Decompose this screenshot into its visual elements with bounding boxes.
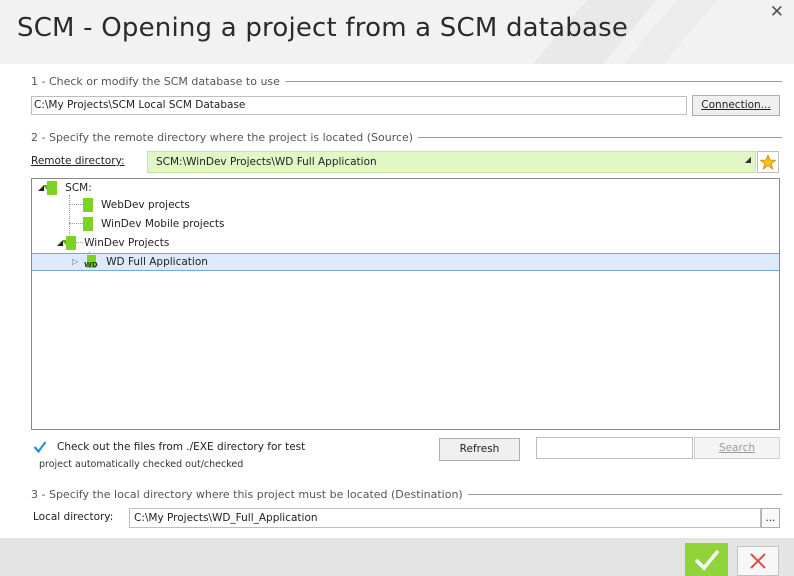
checkmark-icon [694,549,719,571]
expand-icon[interactable]: ▷ [72,257,78,266]
ok-button[interactable] [685,543,728,576]
star-icon [760,154,776,170]
local-directory-field[interactable]: C:\My Projects\WD_Full_Application [129,508,761,528]
close-icon[interactable]: ✕ [770,2,784,22]
cancel-button[interactable] [737,546,779,576]
search-button-label: Search [718,442,756,454]
scm-database-field[interactable]: C:\My Projects\SCM Local SCM Database [31,96,687,115]
browse-button-label: ... [765,512,776,524]
section-1-header: 1 - Check or modify the SCM database to … [31,74,782,88]
section-2-title: 2 - Specify the remote directory where t… [31,130,414,144]
folder-icon [62,235,77,250]
checkout-checkbox-label-text: Check out the files from ./EXE directory… [57,441,306,453]
divider [284,80,782,82]
browse-button[interactable]: ... [761,508,780,528]
tree-item-wd-full-application[interactable]: ▷ WD WD Full Application [72,252,208,271]
folder-icon [83,197,93,212]
section-1-title: 1 - Check or modify the SCM database to … [31,74,280,88]
remote-directory-value: SCM:\WinDev Projects\WD Full Application [156,156,377,168]
refresh-button[interactable]: Refresh [439,438,520,461]
remote-directory-combo[interactable]: SCM:\WinDev Projects\WD Full Application… [147,151,756,173]
close-icon [750,553,766,569]
remote-directory-tree[interactable]: ◢ SCM: WebDev projects WinDev Mobile pro… [31,178,780,430]
divider [467,493,782,495]
connection-button-label: Connection... [701,99,771,111]
folder-icon [83,216,93,231]
local-directory-label: Local directory: [33,511,114,523]
favorite-button[interactable] [757,151,779,173]
checkout-checkbox-label[interactable]: Check out the files from ./EXE directory… [57,441,305,453]
section-2-header: 2 - Specify the remote directory where t… [31,130,782,144]
tree-item-label: WinDev Projects [84,236,170,249]
refresh-button-label: Refresh [459,443,500,455]
search-input[interactable] [536,437,693,459]
tree-item-label: WebDev projects [101,198,190,211]
dropdown-icon[interactable]: ◢ [745,152,751,170]
dialog-header: SCM - Opening a project from a SCM datab… [0,0,794,64]
checkmark-icon [33,441,47,454]
tree-connector [69,204,83,205]
connection-button[interactable]: Connection... [692,95,780,116]
tree-item-label: SCM: [65,181,92,194]
section-3-header: 3 - Specify the local directory where th… [31,487,782,501]
wd-project-icon: WD [84,254,98,269]
remote-directory-label: Remote directory: [31,155,125,167]
tree-item-webdev-projects[interactable]: WebDev projects [83,195,190,214]
tree-item-windev-projects[interactable]: ◢ WinDev Projects [57,233,169,252]
checkout-checkbox[interactable] [33,440,47,454]
tree-item-label: WinDev Mobile projects [101,217,225,230]
tree-connector [69,223,83,224]
dialog-footer [0,538,794,576]
dialog-title: SCM - Opening a project from a SCM datab… [17,13,629,43]
tree-item-label: WD Full Application [106,255,208,268]
search-button[interactable]: Search [694,437,780,459]
tree-item-windev-mobile-projects[interactable]: WinDev Mobile projects [83,214,225,233]
remote-directory-label-text: Remote directory: [31,155,125,167]
folder-icon [43,180,58,195]
divider [418,136,782,138]
checkout-info-text: project automatically checked out/checke… [39,459,244,470]
section-3-title: 3 - Specify the local directory where th… [31,487,463,501]
